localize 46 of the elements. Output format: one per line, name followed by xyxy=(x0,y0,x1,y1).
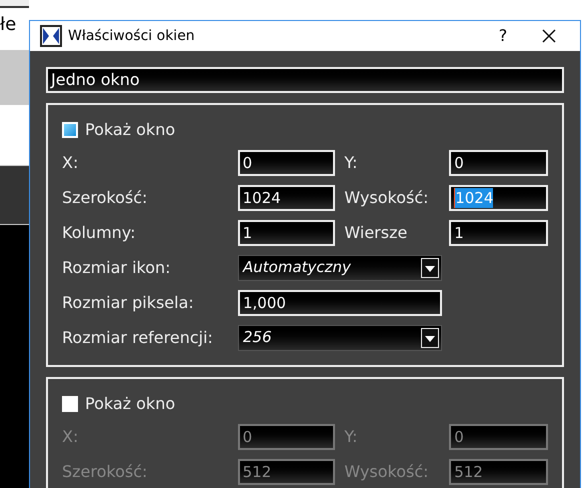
close-icon xyxy=(541,28,557,44)
dropdown-value: 256 xyxy=(243,327,272,348)
field-label: Rozmiar piksela: xyxy=(62,292,195,314)
app-icon xyxy=(40,25,62,47)
field-value: 0 xyxy=(454,426,464,446)
input-field[interactable]: 1 xyxy=(449,220,548,246)
field-label: Y: xyxy=(344,426,358,448)
help-button[interactable]: ? xyxy=(480,21,526,51)
caret-icon xyxy=(421,328,439,348)
dropdown-value: Automatyczny xyxy=(243,257,351,278)
dropdown[interactable]: 256 xyxy=(238,324,442,350)
name-field[interactable]: Jedno okno xyxy=(46,67,564,93)
field-value: 1,000 xyxy=(243,292,286,312)
input-field[interactable]: 0 xyxy=(238,150,336,176)
background-text: łe xyxy=(0,14,16,36)
field-value: 512 xyxy=(454,462,483,482)
field-label: Kolumny: xyxy=(62,222,136,244)
input-field[interactable]: 1024 xyxy=(238,184,336,210)
field-label: Wysokość: xyxy=(344,186,430,208)
field-value: 1024 xyxy=(242,188,281,208)
field-label: Wiersze xyxy=(344,222,408,244)
field-label: Szerokość: xyxy=(62,186,148,208)
field-label: Y: xyxy=(344,152,358,174)
checkbox[interactable] xyxy=(62,122,78,138)
checkbox-label: Pokaż okno xyxy=(85,119,176,141)
field-value: 1024 xyxy=(454,188,494,208)
checkbox-label: Pokaż okno xyxy=(85,393,176,415)
field-label: Rozmiar ikon: xyxy=(62,256,172,278)
field-value: 1 xyxy=(454,222,464,242)
field-value: 0 xyxy=(242,152,252,172)
input-field[interactable]: 1 xyxy=(238,220,336,246)
field-label: Rozmiar referencji: xyxy=(62,326,214,348)
field-value: 512 xyxy=(242,462,272,482)
caret-icon xyxy=(421,258,439,278)
background-toolbar xyxy=(0,0,29,8)
field-value: 0 xyxy=(242,426,252,446)
input-field[interactable]: 0 xyxy=(449,150,548,176)
input-field[interactable]: 1,000 xyxy=(238,290,442,316)
field-label: Szerokość: xyxy=(62,460,148,482)
field-value: 1 xyxy=(242,222,252,242)
field-label: X: xyxy=(62,152,80,174)
field-label: X: xyxy=(62,426,80,448)
field-label: Wysokość: xyxy=(344,460,430,482)
window-title: Właściwości okien xyxy=(68,26,196,46)
dropdown[interactable]: Automatyczny xyxy=(238,254,442,280)
field-value: 0 xyxy=(454,152,464,172)
